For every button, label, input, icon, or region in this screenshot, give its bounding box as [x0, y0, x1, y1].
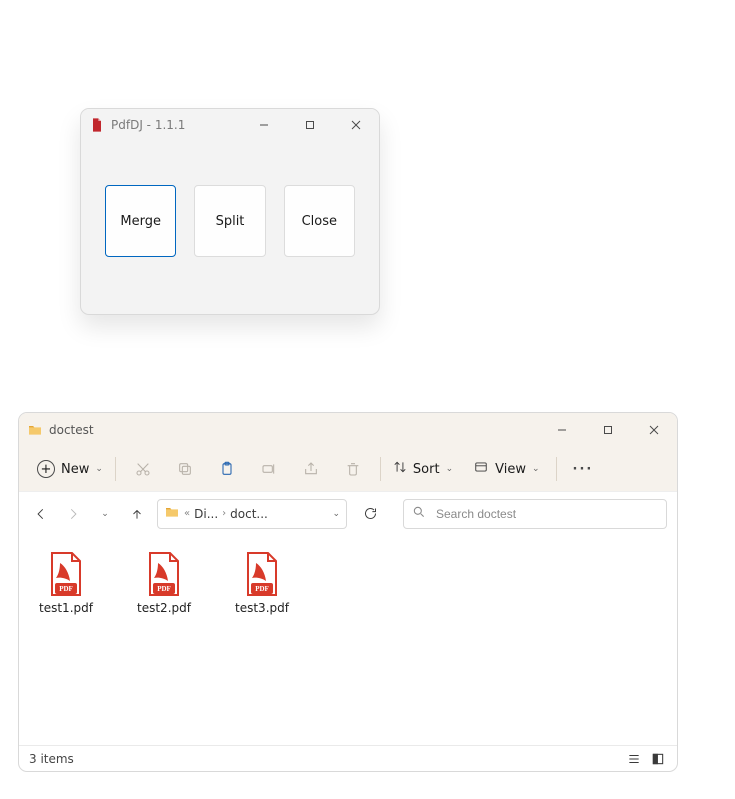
copy-button[interactable]: [164, 451, 206, 487]
explorer-title: doctest: [49, 423, 539, 437]
pdf-file-icon: PDF: [47, 551, 85, 597]
chevron-down-icon: ⌄: [532, 464, 540, 474]
explorer-window: doctest + New ⌄: [18, 412, 678, 772]
search-icon: [412, 505, 426, 523]
view-button-label: View: [495, 462, 526, 477]
svg-text:PDF: PDF: [59, 585, 73, 593]
chevron-down-icon: ⌄: [101, 509, 109, 519]
svg-text:PDF: PDF: [157, 585, 171, 593]
close-app-button[interactable]: Close: [284, 185, 355, 257]
view-icon: [473, 460, 489, 478]
merge-button-label: Merge: [120, 214, 161, 229]
file-label: test3.pdf: [235, 601, 289, 615]
new-button[interactable]: + New ⌄: [31, 456, 109, 482]
explorer-navbar: ⌄ « Di... › doct... ⌄: [19, 491, 677, 535]
sort-button-label: Sort: [413, 462, 440, 477]
up-button[interactable]: [125, 500, 149, 528]
explorer-maximize-button[interactable]: [585, 413, 631, 447]
folder-icon: [164, 504, 180, 523]
close-app-button-label: Close: [302, 214, 337, 229]
back-button[interactable]: [29, 500, 53, 528]
file-item[interactable]: PDF test2.pdf: [127, 551, 201, 615]
split-button-label: Split: [216, 214, 245, 229]
explorer-titlebar: doctest: [19, 413, 677, 447]
pdfdj-body: Merge Split Close: [81, 141, 379, 287]
explorer-minimize-button[interactable]: [539, 413, 585, 447]
toolbar-separator: [556, 457, 557, 481]
split-button[interactable]: Split: [194, 185, 265, 257]
share-button[interactable]: [290, 451, 332, 487]
status-item-count: 3 items: [29, 752, 74, 766]
toolbar-separator: [115, 457, 116, 481]
breadcrumb-segment[interactable]: Di...: [194, 507, 218, 521]
explorer-toolbar: + New ⌄ Sort ⌄: [19, 447, 677, 491]
details-view-toggle[interactable]: [625, 750, 643, 768]
explorer-body: PDF test1.pdf PDF test2.pdf: [19, 535, 677, 745]
bc-prefix-icon: «: [184, 508, 190, 519]
recent-locations-button[interactable]: ⌄: [93, 500, 117, 528]
maximize-button[interactable]: [287, 109, 333, 141]
search-input[interactable]: [434, 506, 658, 522]
rename-button[interactable]: [248, 451, 290, 487]
icons-view-toggle[interactable]: [649, 750, 667, 768]
more-button[interactable]: ···: [563, 458, 604, 481]
chevron-down-icon: ⌄: [95, 464, 103, 474]
pdfdj-titlebar: PdfDJ - 1.1.1: [81, 109, 379, 141]
view-button[interactable]: View ⌄: [467, 456, 545, 482]
sort-button[interactable]: Sort ⌄: [387, 456, 459, 482]
pdf-file-icon: PDF: [243, 551, 281, 597]
delete-button[interactable]: [332, 451, 374, 487]
pdf-file-icon: PDF: [145, 551, 183, 597]
file-item[interactable]: PDF test1.pdf: [29, 551, 103, 615]
breadcrumb-segment[interactable]: doct...: [230, 507, 268, 521]
minimize-button[interactable]: [241, 109, 287, 141]
explorer-close-button[interactable]: [631, 413, 677, 447]
sort-icon: [393, 460, 407, 478]
explorer-status-bar: 3 items: [19, 745, 677, 771]
chevron-down-icon[interactable]: ⌄: [332, 509, 340, 519]
cut-button[interactable]: [122, 451, 164, 487]
paste-button[interactable]: [206, 451, 248, 487]
close-button[interactable]: [333, 109, 379, 141]
toolbar-separator: [380, 457, 381, 481]
forward-button[interactable]: [61, 500, 85, 528]
pdfdj-title: PdfDJ - 1.1.1: [111, 118, 241, 132]
chevron-down-icon: ⌄: [446, 464, 454, 474]
plus-icon: +: [37, 460, 55, 478]
svg-text:PDF: PDF: [255, 585, 269, 593]
pdfdj-window: PdfDJ - 1.1.1 Merge Split Close: [80, 108, 380, 315]
folder-icon: [27, 422, 43, 438]
refresh-button[interactable]: [355, 499, 385, 529]
file-label: test1.pdf: [39, 601, 93, 615]
file-label: test2.pdf: [137, 601, 191, 615]
breadcrumb[interactable]: « Di... › doct... ⌄: [157, 499, 347, 529]
search-box[interactable]: [403, 499, 667, 529]
merge-button[interactable]: Merge: [105, 185, 176, 257]
file-item[interactable]: PDF test3.pdf: [225, 551, 299, 615]
new-button-label: New: [61, 462, 89, 477]
pdfdj-app-icon: [89, 117, 105, 133]
chevron-right-icon: ›: [222, 508, 226, 519]
